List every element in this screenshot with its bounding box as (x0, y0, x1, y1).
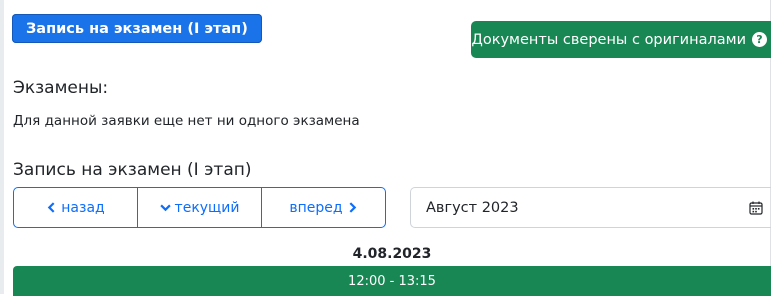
forward-button[interactable]: вперед (261, 188, 385, 227)
exams-empty-text: Для данной заявки еще нет ни одного экза… (13, 113, 360, 129)
back-button-label: назад (61, 200, 104, 216)
month-picker-value: Август 2023 (426, 200, 519, 216)
current-button[interactable]: текущий (137, 188, 261, 227)
documents-verified-label: Документы сверены с оригиналами (472, 32, 747, 48)
exam-stage-badge-label: Запись на экзамен (I этап) (26, 21, 248, 37)
calendar-icon[interactable] (749, 201, 763, 215)
current-button-label: текущий (175, 200, 240, 216)
chevron-down-icon (160, 202, 171, 213)
documents-verified-button[interactable]: Документы сверены с оригиналами ? (471, 21, 771, 58)
exams-heading: Экзамены: (13, 78, 108, 98)
chevron-right-icon (347, 202, 358, 213)
chevron-left-icon (46, 202, 57, 213)
schedule-date: 4.08.2023 (13, 246, 771, 262)
signup-heading: Запись на экзамен (I этап) (13, 160, 252, 180)
left-border (0, 0, 4, 294)
time-slot-button[interactable]: 12:00 - 13:15 (13, 266, 771, 296)
calendar-nav-group: назад текущий вперед (13, 187, 386, 228)
exam-stage-badge[interactable]: Запись на экзамен (I этап) (12, 14, 262, 43)
forward-button-label: вперед (289, 200, 342, 216)
month-picker-input[interactable]: Август 2023 (410, 187, 771, 228)
time-slot-label: 12:00 - 13:15 (348, 274, 436, 289)
question-circle-icon[interactable]: ? (752, 32, 767, 47)
back-button[interactable]: назад (14, 188, 137, 227)
